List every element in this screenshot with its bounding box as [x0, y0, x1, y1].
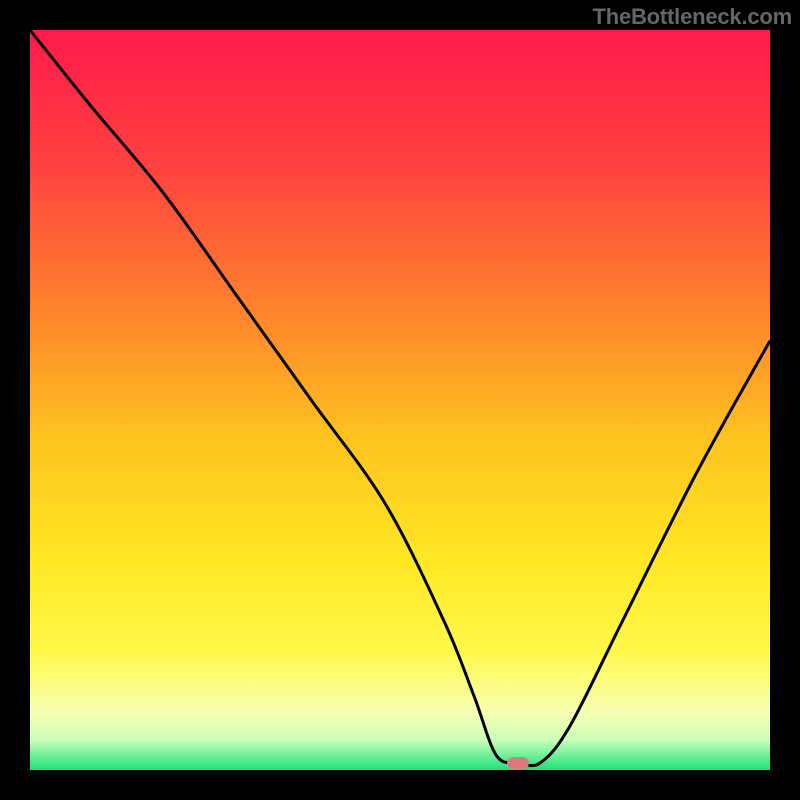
chart-frame: TheBottleneck.com	[0, 0, 800, 800]
optimal-marker	[507, 757, 529, 769]
watermark-text: TheBottleneck.com	[592, 4, 792, 30]
bottleneck-curve	[30, 30, 770, 770]
curve-path	[30, 30, 770, 766]
